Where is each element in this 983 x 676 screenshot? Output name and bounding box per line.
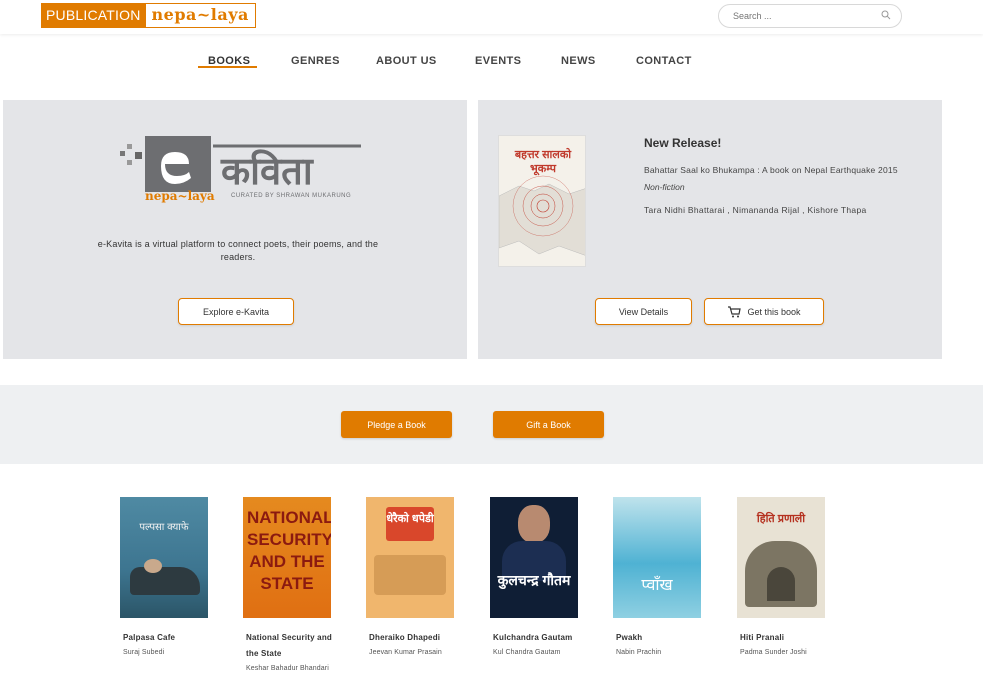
book-cover-pwakh[interactable]: प्वाँख bbox=[613, 497, 701, 618]
cart-icon bbox=[728, 305, 742, 317]
nav-active-underline bbox=[198, 66, 257, 68]
search-input[interactable] bbox=[731, 10, 875, 22]
gift-book-button[interactable]: Gift a Book bbox=[493, 411, 604, 438]
book-cover-text: NATIONAL SECURITY AND THE STATE bbox=[247, 508, 331, 593]
ekavita-logo-curated: CURATED BY SHRAWAN MUKARUNG bbox=[231, 193, 352, 199]
book-title[interactable]: Hiti Pranali bbox=[740, 630, 830, 646]
book-title[interactable]: Pwakh bbox=[616, 630, 706, 646]
nav-news[interactable]: NEWS bbox=[561, 55, 596, 67]
book-card[interactable]: हिति प्रणाली Hiti Pranali Padma Sunder J… bbox=[737, 497, 837, 660]
ekavita-description: e-Kavita is a virtual platform to connec… bbox=[97, 239, 379, 262]
new-release-cover-title: बहत्तर सालको भूकम्प bbox=[514, 149, 572, 175]
book-author: Padma Sunder Joshi bbox=[740, 649, 807, 656]
nav-contact[interactable]: CONTACT bbox=[636, 55, 692, 67]
book-title[interactable]: Dheraiko Dhapedi bbox=[369, 630, 459, 646]
pledge-book-button[interactable]: Pledge a Book bbox=[341, 411, 452, 438]
book-author: Nabin Prachin bbox=[616, 649, 662, 656]
new-release-panel: बहत्तर सालको भूकम्प New Release! Bahatta… bbox=[478, 100, 942, 359]
book-author: Keshar Bahadur Bhandari bbox=[246, 665, 329, 672]
book-cover-text: कुलचन्द्र गौतम bbox=[497, 572, 571, 588]
pledge-gift-strip: Pledge a Book Gift a Book bbox=[0, 385, 983, 464]
search-icon[interactable] bbox=[881, 10, 891, 20]
site-header: PUBLICATION nepa~laya bbox=[0, 0, 983, 34]
new-release-genre: Non-fiction bbox=[644, 182, 685, 192]
explore-ekavita-button[interactable]: Explore e-Kavita bbox=[178, 298, 294, 325]
book-card[interactable]: NATIONAL SECURITY AND THE STATE National… bbox=[243, 497, 343, 676]
book-title[interactable]: National Security and the State bbox=[246, 630, 336, 662]
book-cover-dheraiko-dhapedi[interactable]: धेरैको धपेडी bbox=[366, 497, 454, 618]
new-release-cover[interactable]: बहत्तर सालको भूकम्प bbox=[498, 135, 586, 267]
book-cover-text: प्वाँख bbox=[641, 577, 673, 594]
book-author: Kul Chandra Gautam bbox=[493, 649, 561, 656]
view-details-button[interactable]: View Details bbox=[595, 298, 692, 325]
book-card[interactable]: धेरैको धपेडी Dheraiko Dhapedi Jeevan Kum… bbox=[366, 497, 466, 660]
book-card[interactable]: पल्पसा क्याफे Palpasa Cafe Suraj Subedi bbox=[120, 497, 220, 660]
nav-events[interactable]: EVENTS bbox=[475, 55, 521, 67]
get-this-book-label: Get this book bbox=[747, 306, 801, 317]
new-release-book-title[interactable]: Bahattar Saal ko Bhukampa : A book on Ne… bbox=[644, 165, 898, 175]
search-box bbox=[718, 4, 902, 28]
book-cover-text: हिति प्रणाली bbox=[756, 513, 806, 525]
site-logo[interactable]: PUBLICATION nepa~laya bbox=[41, 3, 256, 28]
get-this-book-button[interactable]: Get this book bbox=[704, 298, 824, 325]
logo-publication-text: PUBLICATION bbox=[42, 4, 146, 27]
book-card[interactable]: कुलचन्द्र गौतम Kulchandra Gautam Kul Cha… bbox=[490, 497, 590, 660]
ekavita-logo[interactable]: कविता nepa~laya CURATED BY SHRAWAN MUKAR… bbox=[113, 132, 363, 207]
new-release-heading: New Release! bbox=[644, 136, 722, 150]
book-author: Jeevan Kumar Prasain bbox=[369, 649, 442, 656]
book-card[interactable]: प्वाँख Pwakh Nabin Prachin bbox=[613, 497, 713, 660]
logo-nepalaya-text: nepa~laya bbox=[145, 4, 255, 27]
ekavita-panel: कविता nepa~laya CURATED BY SHRAWAN MUKAR… bbox=[3, 100, 467, 359]
book-cover-text: धेरैको धपेडी bbox=[386, 513, 434, 525]
book-cover-national-security[interactable]: NATIONAL SECURITY AND THE STATE bbox=[243, 497, 331, 618]
new-release-authors: Tara Nidhi Bhattarai , Nimananda Rijal ,… bbox=[644, 205, 867, 215]
book-cover-hiti-pranali[interactable]: हिति प्रणाली bbox=[737, 497, 825, 618]
ekavita-logo-brand: nepa~laya bbox=[145, 189, 215, 203]
book-author: Suraj Subedi bbox=[123, 649, 165, 656]
book-title[interactable]: Kulchandra Gautam bbox=[493, 630, 583, 646]
book-cover-kulchandra-gautam[interactable]: कुलचन्द्र गौतम bbox=[490, 497, 578, 618]
book-cover-text: पल्पसा क्याफे bbox=[139, 522, 189, 533]
main-nav: BOOKS GENRES ABOUT US EVENTS NEWS CONTAC… bbox=[0, 55, 983, 75]
nav-about-us[interactable]: ABOUT US bbox=[376, 55, 437, 67]
book-cover-palpasa-cafe[interactable]: पल्पसा क्याफे bbox=[120, 497, 208, 618]
book-title[interactable]: Palpasa Cafe bbox=[123, 630, 213, 646]
nav-genres[interactable]: GENRES bbox=[291, 55, 340, 67]
ekavita-logo-text: कविता bbox=[221, 151, 313, 193]
